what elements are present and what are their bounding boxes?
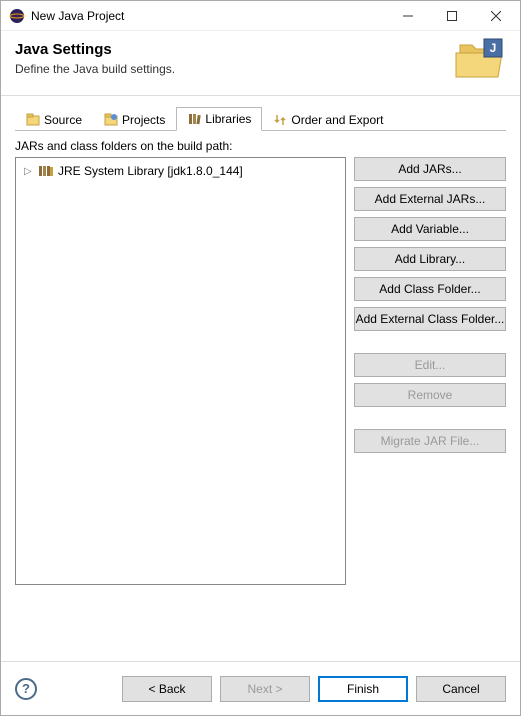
titlebar: New Java Project bbox=[1, 1, 520, 31]
projects-icon bbox=[104, 113, 118, 127]
tab-label: Order and Export bbox=[291, 113, 383, 127]
source-icon bbox=[26, 113, 40, 127]
add-class-folder-button[interactable]: Add Class Folder... bbox=[354, 277, 506, 301]
minimize-button[interactable] bbox=[386, 2, 430, 30]
tab-projects[interactable]: Projects bbox=[93, 107, 176, 131]
back-button[interactable]: < Back bbox=[122, 676, 212, 702]
spacer bbox=[354, 337, 506, 347]
order-export-icon bbox=[273, 113, 287, 127]
content-label: JARs and class folders on the build path… bbox=[15, 139, 506, 153]
tab-libraries[interactable]: Libraries bbox=[176, 107, 262, 131]
content-area: Source Projects Libraries Order and Expo… bbox=[1, 96, 520, 595]
library-icon bbox=[38, 164, 54, 178]
cancel-button[interactable]: Cancel bbox=[416, 676, 506, 702]
tab-source[interactable]: Source bbox=[15, 107, 93, 131]
close-button[interactable] bbox=[474, 2, 518, 30]
main-area: ▷ JRE System Library [jdk1.8.0_144] Add … bbox=[15, 157, 506, 585]
finish-button[interactable]: Finish bbox=[318, 676, 408, 702]
tree-item-jre[interactable]: ▷ JRE System Library [jdk1.8.0_144] bbox=[20, 162, 341, 180]
tab-label: Source bbox=[44, 113, 82, 127]
tab-label: Libraries bbox=[205, 112, 251, 126]
add-variable-button[interactable]: Add Variable... bbox=[354, 217, 506, 241]
add-jars-button[interactable]: Add JARs... bbox=[354, 157, 506, 181]
maximize-button[interactable] bbox=[430, 2, 474, 30]
wizard-footer: ? < Back Next > Finish Cancel bbox=[1, 661, 520, 715]
page-subtitle: Define the Java build settings. bbox=[15, 62, 506, 76]
help-icon[interactable]: ? bbox=[15, 678, 37, 700]
edit-button: Edit... bbox=[354, 353, 506, 377]
window-title: New Java Project bbox=[31, 9, 386, 23]
add-library-button[interactable]: Add Library... bbox=[354, 247, 506, 271]
add-external-jars-button[interactable]: Add External JARs... bbox=[354, 187, 506, 211]
next-button: Next > bbox=[220, 676, 310, 702]
svg-text:J: J bbox=[490, 41, 497, 55]
tab-order-export[interactable]: Order and Export bbox=[262, 107, 394, 131]
spacer bbox=[354, 413, 506, 423]
build-path-tree[interactable]: ▷ JRE System Library [jdk1.8.0_144] bbox=[15, 157, 346, 585]
button-column: Add JARs... Add External JARs... Add Var… bbox=[354, 157, 506, 585]
migrate-jar-button: Migrate JAR File... bbox=[354, 429, 506, 453]
folder-java-icon: J bbox=[454, 37, 506, 83]
page-title: Java Settings bbox=[15, 41, 506, 58]
tab-bar: Source Projects Libraries Order and Expo… bbox=[15, 106, 506, 131]
expand-arrow-icon[interactable]: ▷ bbox=[24, 166, 34, 177]
tree-item-label: JRE System Library [jdk1.8.0_144] bbox=[58, 164, 243, 178]
remove-button: Remove bbox=[354, 383, 506, 407]
dialog-header: Java Settings Define the Java build sett… bbox=[1, 31, 520, 95]
eclipse-icon bbox=[9, 8, 25, 24]
libraries-icon bbox=[187, 112, 201, 126]
add-external-class-folder-button[interactable]: Add External Class Folder... bbox=[354, 307, 506, 331]
tab-label: Projects bbox=[122, 113, 165, 127]
